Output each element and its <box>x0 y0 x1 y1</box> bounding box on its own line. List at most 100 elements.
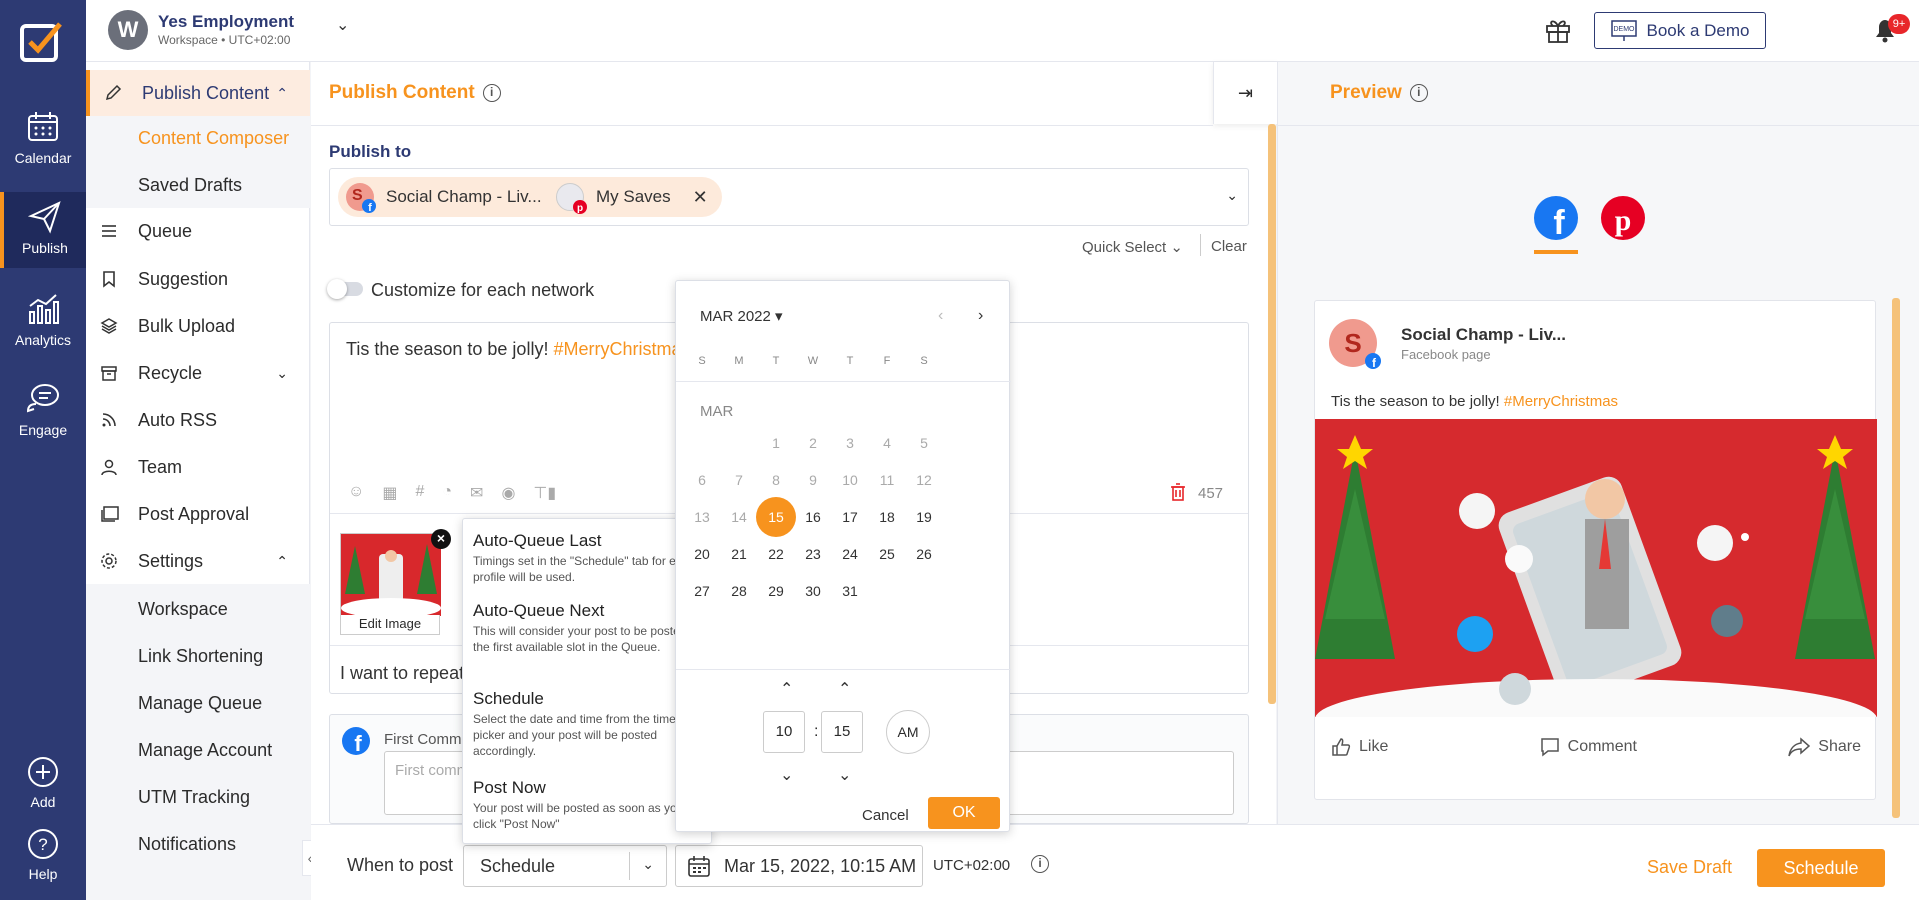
calendar-day[interactable]: 22 <box>756 534 796 574</box>
post-text[interactable]: Tis the season to be jolly! #MerryChrist… <box>346 339 690 360</box>
clear-button[interactable]: Clear <box>1211 238 1247 255</box>
month-select[interactable]: MAR 2022 ▾ <box>700 307 783 325</box>
submenu-queue[interactable]: Queue <box>86 208 310 254</box>
close-icon[interactable]: ✕ <box>693 187 708 208</box>
inbox-icon[interactable]: ✉ <box>470 483 483 503</box>
option-auto-queue-last[interactable]: Auto-Queue Last Timings set in the "Sche… <box>473 531 705 585</box>
submenu-content-composer[interactable]: Content Composer <box>138 128 289 149</box>
pinterest-icon[interactable]: p <box>1601 196 1645 240</box>
submenu-recycle[interactable]: Recycle ⌄ <box>86 350 310 396</box>
list-icon <box>100 222 120 240</box>
book-demo-button[interactable]: DEMO Book a Demo <box>1594 12 1766 49</box>
minute-down-button[interactable]: ⌄ <box>838 765 851 785</box>
schedule-button[interactable]: Schedule <box>1757 849 1885 887</box>
customize-toggle[interactable] <box>327 279 363 299</box>
calendar-day[interactable]: 23 <box>793 534 833 574</box>
calendar-day[interactable]: 29 <box>756 571 796 611</box>
calendar-day[interactable]: 17 <box>830 497 870 537</box>
cancel-button[interactable]: Cancel <box>862 807 909 824</box>
schedule-date-input[interactable]: Mar 15, 2022, 10:15 AM <box>675 845 923 887</box>
submenu-workspace[interactable]: Workspace <box>138 599 228 620</box>
month-label: MAR 2022 <box>700 308 771 325</box>
hour-input[interactable]: 10 <box>763 711 805 753</box>
chevron-down-icon[interactable]: ⌄ <box>1226 187 1238 204</box>
submenu-saved-drafts[interactable]: Saved Drafts <box>138 175 242 196</box>
ok-button[interactable]: OK <box>928 797 1000 829</box>
submenu-post-approval[interactable]: Post Approval <box>86 491 310 537</box>
calendar-day[interactable]: 19 <box>904 497 944 537</box>
submenu-link-shortening[interactable]: Link Shortening <box>138 646 263 667</box>
submenu-suggestion[interactable]: Suggestion <box>86 256 310 302</box>
workspace-avatar[interactable]: W <box>108 10 148 50</box>
remove-image-button[interactable]: × <box>431 529 451 549</box>
submenu-auto-rss[interactable]: Auto RSS <box>86 397 310 443</box>
facebook-icon[interactable]: f <box>1534 196 1578 240</box>
submenu-publish-content[interactable]: Publish Content ⌃ <box>86 70 310 116</box>
submenu-manage-account[interactable]: Manage Account <box>138 740 272 761</box>
calendar-day[interactable]: 20 <box>682 534 722 574</box>
info-icon[interactable]: i <box>1409 83 1428 102</box>
calendar-day[interactable]: 26 <box>904 534 944 574</box>
calendar-day[interactable]: 15 <box>756 497 796 537</box>
option-auto-queue-next[interactable]: Auto-Queue Next This will consider your … <box>473 601 705 655</box>
calendar-day[interactable]: 21 <box>719 534 759 574</box>
help-icon: ? <box>28 829 58 859</box>
account-selector[interactable]: S f Social Champ - Liv... ✕ p My Saves ✕… <box>329 168 1249 226</box>
chevron-down-icon[interactable]: ⌄ <box>336 15 349 35</box>
calendar-day[interactable]: 27 <box>682 571 722 611</box>
rail-item-help[interactable]: ? Help <box>0 828 86 882</box>
preview-scrollbar[interactable] <box>1892 298 1900 818</box>
ampm-toggle[interactable]: AM <box>886 710 930 754</box>
rail-item-publish[interactable]: Publish <box>0 192 86 268</box>
emoji-icon[interactable]: ☺ <box>348 483 364 503</box>
next-month-button[interactable]: › <box>978 307 983 325</box>
composer-scrollbar[interactable] <box>1268 124 1276 704</box>
submenu-team[interactable]: Team <box>86 444 310 490</box>
attached-image[interactable] <box>340 533 441 618</box>
hour-down-button[interactable]: ⌄ <box>780 765 793 785</box>
workspace-name[interactable]: Yes Employment <box>158 12 294 32</box>
link-icon[interactable]: ⊤▮ <box>533 483 556 503</box>
calendar-day[interactable]: 31 <box>830 571 870 611</box>
collapse-preview-button[interactable]: ⇥ <box>1213 62 1277 124</box>
rail-item-calendar[interactable]: Calendar <box>0 110 86 166</box>
minute-input[interactable]: 15 <box>821 711 863 753</box>
calendar-day[interactable]: 28 <box>719 571 759 611</box>
submenu-notifications[interactable]: Notifications <box>138 834 236 855</box>
submenu-bulk-upload[interactable]: Bulk Upload <box>86 303 310 349</box>
calendar-day[interactable]: 18 <box>867 497 907 537</box>
edit-image-button[interactable]: Edit Image <box>340 615 440 635</box>
rail-item-add[interactable]: Add <box>0 756 86 810</box>
submenu-label: Settings <box>138 550 204 571</box>
submenu-settings[interactable]: Settings ⌃ <box>86 538 310 584</box>
gift-icon[interactable] <box>1544 16 1572 44</box>
hashtag-icon[interactable]: # <box>415 483 424 503</box>
when-to-post-select[interactable]: Schedule ⌄ <box>463 845 667 887</box>
save-draft-button[interactable]: Save Draft <box>1647 857 1732 878</box>
info-icon[interactable]: i <box>482 83 501 102</box>
calendar-day[interactable]: 16 <box>793 497 833 537</box>
app-logo-icon[interactable] <box>20 20 64 64</box>
preview-panel: Preview i f p S f Social Champ - Liv... F… <box>1277 62 1919 824</box>
repeat-option[interactable]: I want to repeat <box>340 663 464 684</box>
image-icon[interactable]: ▦ <box>382 483 397 503</box>
rail-item-engage[interactable]: Engage <box>0 382 86 438</box>
hour-up-button[interactable]: ⌃ <box>780 679 793 699</box>
calendar-day[interactable]: 30 <box>793 571 833 611</box>
calendar-day[interactable]: 24 <box>830 534 870 574</box>
option-post-now[interactable]: Post Now Your post will be posted as soo… <box>473 778 705 832</box>
submenu-manage-queue[interactable]: Manage Queue <box>138 693 262 714</box>
quick-select-dropdown[interactable]: Quick Select ⌄ <box>1082 238 1183 256</box>
pie-chart-icon[interactable]: ◔ <box>442 483 452 503</box>
rail-item-analytics[interactable]: Analytics <box>0 292 86 348</box>
calendar-day[interactable]: 25 <box>867 534 907 574</box>
weekday-header: S <box>698 355 706 367</box>
trash-icon[interactable] <box>1170 483 1186 501</box>
submenu-utm-tracking[interactable]: UTM Tracking <box>138 787 250 808</box>
prev-month-button[interactable]: ‹ <box>938 307 943 325</box>
location-icon[interactable]: ◉ <box>501 483 515 503</box>
minute-up-button[interactable]: ⌃ <box>838 679 851 699</box>
info-icon[interactable]: i <box>1031 855 1049 873</box>
option-schedule[interactable]: Schedule Select the date and time from t… <box>473 689 705 759</box>
post-hashtag: #MerryChristmas <box>553 339 691 359</box>
